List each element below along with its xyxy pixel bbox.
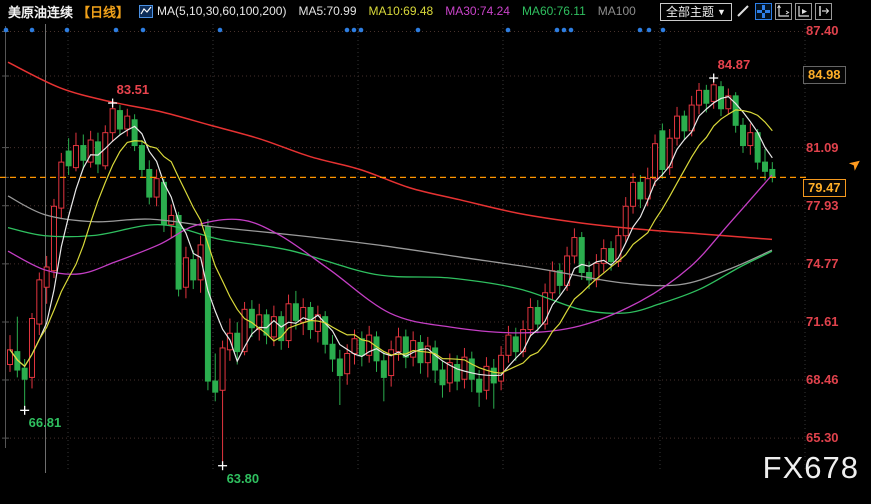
legend-item: MA5:70.99 — [298, 4, 357, 18]
legend-item: MA100 — [597, 4, 636, 18]
price-axis-label: 81.09 — [806, 139, 839, 155]
price-axis-label: 65.30 — [806, 430, 839, 446]
toolbar-controls: 全部主题 ▼ — [660, 2, 832, 21]
crosshair-icon[interactable] — [754, 3, 772, 20]
trendline-icon[interactable] — [735, 3, 752, 20]
ma-line-ma30 — [7, 174, 773, 334]
instrument-title: 美原油连续 — [8, 4, 74, 20]
price-annotation: 63.80 — [226, 470, 260, 486]
chart-window: 美原油连续 【日线】 MA(5,10,30,60,100,200) MA5:70… — [0, 0, 871, 504]
price-axis-label: 77.93 — [806, 197, 839, 213]
watermark: FX678 — [762, 450, 859, 485]
ma-legend: MA5:70.99 MA10:69.48 MA30:74.24 MA60:76.11 M… — [286, 4, 635, 18]
price-axis-label: 71.61 — [806, 314, 839, 329]
ma-line-ma5 — [9, 95, 773, 377]
price-axis-label: 74.77 — [806, 255, 839, 271]
ma-params-label: MA(5,10,30,60,100,200) — [157, 4, 287, 18]
legend-item: MA30:74.24 — [445, 4, 510, 18]
candlestick-chart[interactable] — [0, 0, 871, 504]
line-chart-icon — [139, 4, 154, 18]
ma-line-ma60 — [7, 224, 773, 315]
toolbar: 美原油连续 【日线】 MA(5,10,30,60,100,200) MA5:70… — [0, 0, 660, 22]
candles — [7, 78, 776, 466]
ma-line-ma100 — [7, 195, 773, 287]
pan-right-icon[interactable] — [814, 3, 832, 20]
period-label[interactable]: 【日线】 — [77, 2, 129, 21]
last-price-label: 79.47 — [803, 179, 846, 198]
price-annotation: 84.87 — [717, 57, 751, 73]
price-axis-label: 84.98 — [803, 66, 846, 84]
price-annotation: 66.81 — [28, 415, 62, 431]
theme-dropdown-label: 全部主题 — [666, 5, 715, 19]
theme-dropdown-button[interactable]: 全部主题 ▼ — [660, 2, 732, 21]
price-axis-label: 87.40 — [806, 23, 839, 39]
chevron-down-icon: ▼ — [717, 6, 726, 17]
playback-icon[interactable] — [794, 3, 812, 20]
legend-item: MA60:76.11 — [521, 4, 586, 18]
legend-item: MA10:69.48 — [368, 4, 434, 18]
price-annotation: 83.51 — [116, 82, 150, 98]
axis-zoom-icon[interactable] — [774, 3, 792, 20]
price-axis-label: 68.46 — [806, 371, 839, 387]
